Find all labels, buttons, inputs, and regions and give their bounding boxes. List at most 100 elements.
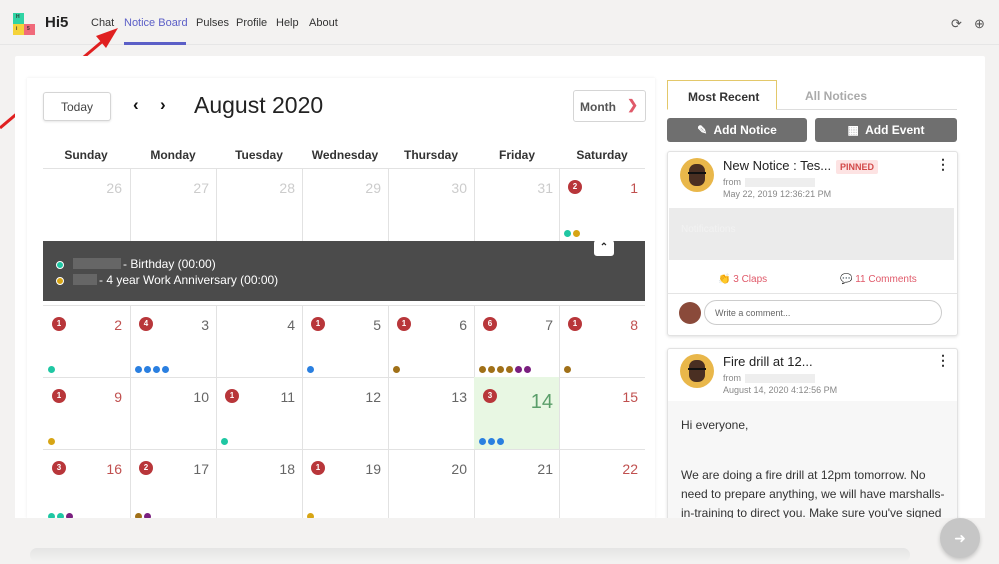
event-dot[interactable]: [488, 366, 495, 373]
collapse-popup-icon[interactable]: ⌃: [594, 240, 614, 256]
day-number[interactable]: 22: [598, 461, 638, 477]
event-dot[interactable]: [479, 366, 486, 373]
day-number[interactable]: 10: [169, 389, 209, 405]
day-number[interactable]: 18: [255, 461, 295, 477]
event-count-badge[interactable]: 2: [568, 180, 582, 194]
grid-line: [43, 305, 645, 306]
day-number[interactable]: 12: [341, 389, 381, 405]
event-dot[interactable]: [564, 366, 571, 373]
event-anniversary[interactable]: - 4 year Work Anniversary (00:00): [56, 273, 278, 287]
top-bar: H i 5 Hi5 Chat Notice Board Pulses Profi…: [0, 0, 999, 45]
nav-pulses[interactable]: Pulses: [196, 17, 229, 29]
tab-all-notices[interactable]: All Notices: [785, 80, 905, 110]
edit-icon: ✎: [697, 123, 708, 137]
day-number[interactable]: 29: [341, 180, 381, 196]
nav-profile[interactable]: Profile: [236, 17, 267, 29]
day-number[interactable]: 21: [513, 461, 553, 477]
day-number[interactable]: 1: [598, 180, 638, 196]
today-button[interactable]: Today: [43, 92, 111, 121]
day-number[interactable]: 20: [427, 461, 467, 477]
refresh-icon[interactable]: ⟳: [951, 16, 962, 32]
event-dot[interactable]: [393, 366, 400, 373]
nav-notice-board[interactable]: Notice Board: [124, 17, 188, 29]
prev-month-icon[interactable]: ‹: [133, 95, 139, 115]
event-dot[interactable]: [488, 438, 495, 445]
event-count-badge[interactable]: 1: [397, 317, 411, 331]
event-dot[interactable]: [564, 230, 571, 237]
event-dot[interactable]: [307, 366, 314, 373]
event-dot[interactable]: [573, 230, 580, 237]
weekday-saturday: Saturday: [576, 148, 628, 162]
event-dot[interactable]: [479, 438, 486, 445]
add-notice-button[interactable]: ✎ Add Notice: [667, 118, 807, 142]
event-dot[interactable]: [497, 438, 504, 445]
event-count-badge[interactable]: 2: [139, 461, 153, 475]
avatar: [680, 354, 714, 388]
event-dot[interactable]: [221, 438, 228, 445]
event-count-badge[interactable]: 1: [311, 461, 325, 475]
event-count-badge[interactable]: 3: [483, 389, 497, 403]
event-count-badge[interactable]: 1: [225, 389, 239, 403]
add-event-button[interactable]: ▦ Add Event: [815, 118, 957, 142]
day-number[interactable]: 2: [82, 317, 122, 333]
day-number[interactable]: 30: [427, 180, 467, 196]
event-dot[interactable]: [153, 366, 160, 373]
more-options-icon[interactable]: ⋮: [936, 352, 950, 369]
day-number[interactable]: 8: [598, 317, 638, 333]
day-number[interactable]: 17: [169, 461, 209, 477]
event-count-badge[interactable]: 1: [52, 317, 66, 331]
event-count-badge[interactable]: 1: [568, 317, 582, 331]
day-number[interactable]: 14: [513, 391, 553, 414]
day-number[interactable]: 31: [513, 180, 553, 196]
day-number[interactable]: 16: [82, 461, 122, 477]
event-dot[interactable]: [48, 366, 55, 373]
day-number[interactable]: 4: [255, 317, 295, 333]
event-dot[interactable]: [515, 366, 522, 373]
grid-line: [559, 305, 560, 520]
comments-button[interactable]: 💬 11 Comments: [840, 274, 917, 285]
event-count-badge[interactable]: 1: [52, 389, 66, 403]
notice-title[interactable]: Fire drill at 12...: [723, 354, 813, 369]
globe-icon[interactable]: ⊕: [974, 16, 985, 32]
scrollbar[interactable]: [30, 548, 910, 562]
tab-most-recent[interactable]: Most Recent: [667, 80, 777, 110]
event-dot[interactable]: [48, 438, 55, 445]
day-number[interactable]: 26: [82, 180, 122, 196]
event-dot[interactable]: [497, 366, 504, 373]
day-number[interactable]: 3: [169, 317, 209, 333]
event-dot[interactable]: [524, 366, 531, 373]
avatar: [679, 302, 701, 324]
grid-line: [130, 305, 131, 520]
event-count-badge[interactable]: 3: [52, 461, 66, 475]
day-number[interactable]: 11: [255, 389, 295, 405]
day-number[interactable]: 19: [341, 461, 381, 477]
event-dot[interactable]: [506, 366, 513, 373]
add-notice-label: Add Notice: [713, 123, 777, 137]
tab-divider: [777, 109, 957, 110]
notice-title[interactable]: New Notice : Tes...: [723, 158, 831, 173]
day-number[interactable]: 6: [427, 317, 467, 333]
nav-about[interactable]: About: [309, 17, 338, 29]
view-select[interactable]: Month ❯: [573, 90, 646, 122]
event-count-badge[interactable]: 4: [139, 317, 153, 331]
event-dot[interactable]: [162, 366, 169, 373]
day-number[interactable]: 15: [598, 389, 638, 405]
more-options-icon[interactable]: ⋮: [936, 156, 950, 173]
day-number[interactable]: 27: [169, 180, 209, 196]
event-count-badge[interactable]: 1: [311, 317, 325, 331]
comment-input[interactable]: Write a comment...: [704, 300, 942, 325]
day-number[interactable]: 7: [513, 317, 553, 333]
day-number[interactable]: 5: [341, 317, 381, 333]
next-month-icon[interactable]: ›: [160, 95, 166, 115]
event-birthday[interactable]: - Birthday (00:00): [56, 257, 216, 271]
event-dot[interactable]: [144, 366, 151, 373]
claps-button[interactable]: 👏 3 Claps: [718, 274, 767, 285]
event-dot: [56, 261, 64, 269]
event-count-badge[interactable]: 6: [483, 317, 497, 331]
event-dot[interactable]: [135, 366, 142, 373]
logout-icon[interactable]: ➜: [940, 518, 980, 558]
nav-help[interactable]: Help: [276, 17, 299, 29]
day-number[interactable]: 13: [427, 389, 467, 405]
day-number[interactable]: 9: [82, 389, 122, 405]
day-number[interactable]: 28: [255, 180, 295, 196]
